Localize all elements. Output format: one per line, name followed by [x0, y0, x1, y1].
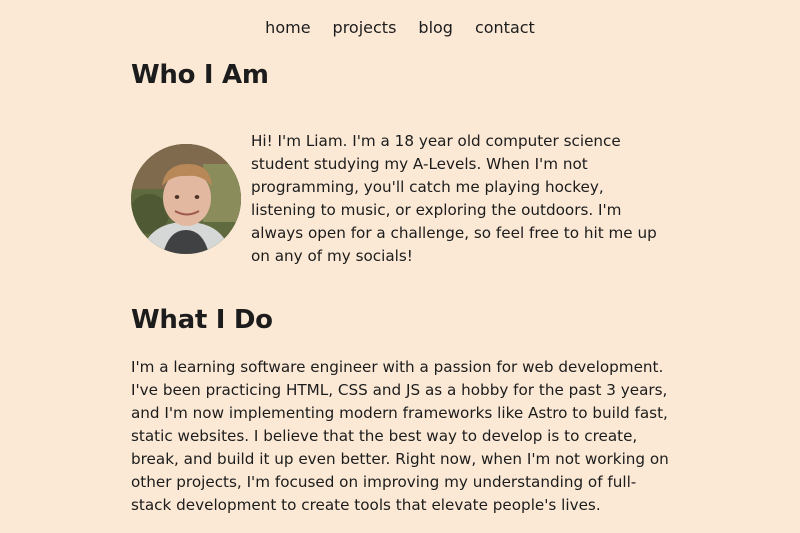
nav-link-blog[interactable]: blog [418, 18, 453, 37]
about-section: Hi! I'm Liam. I'm a 18 year old computer… [131, 130, 676, 268]
nav-link-projects[interactable]: projects [333, 18, 397, 37]
top-nav: home projects blog contact [0, 18, 800, 37]
avatar-photo [131, 144, 241, 254]
nav-link-home[interactable]: home [265, 18, 310, 37]
what-i-do-heading: What I Do [131, 305, 273, 335]
who-i-am-heading: Who I Am [131, 60, 269, 90]
about-paragraph: Hi! I'm Liam. I'm a 18 year old computer… [251, 132, 657, 265]
what-i-do-paragraph: I'm a learning software engineer with a … [131, 358, 669, 514]
nav-link-contact[interactable]: contact [475, 18, 535, 37]
avatar [131, 144, 241, 254]
